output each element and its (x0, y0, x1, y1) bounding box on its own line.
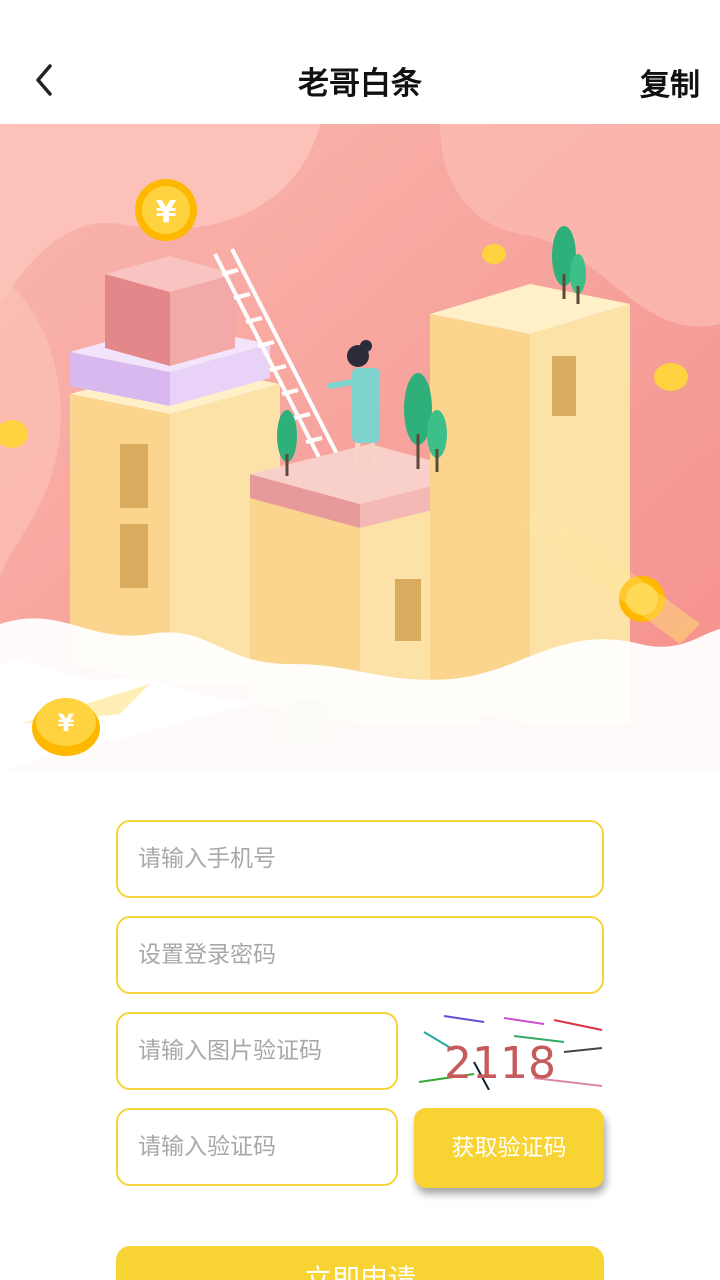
password-field[interactable] (116, 916, 604, 994)
image-code-field[interactable] (116, 1012, 398, 1090)
sms-code-input[interactable] (118, 1110, 396, 1184)
get-code-button[interactable]: 获取验证码 (414, 1108, 604, 1188)
phone-input[interactable] (118, 822, 602, 896)
coin-symbol-2: ¥ (58, 709, 75, 737)
phone-field[interactable] (116, 820, 604, 898)
captcha-image[interactable]: 2118 (414, 1012, 604, 1091)
image-code-input[interactable] (118, 1014, 396, 1088)
app-header: 老哥白条 复制 (0, 0, 720, 124)
submit-button[interactable]: 立即申请 (116, 1246, 604, 1280)
password-input[interactable] (118, 918, 602, 992)
sms-code-field[interactable] (116, 1108, 398, 1186)
captcha-text: 2118 (444, 1038, 556, 1089)
coin-symbol: ¥ (156, 195, 177, 230)
copy-button[interactable]: 复制 (640, 60, 700, 104)
hero-illustration: ¥ ¥ (0, 124, 720, 770)
captcha-icon: 2118 (414, 1012, 604, 1091)
page-title: 老哥白条 (298, 66, 422, 102)
